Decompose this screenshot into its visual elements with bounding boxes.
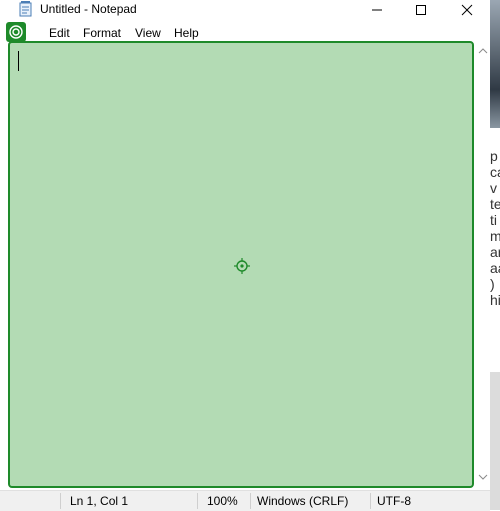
status-separator (60, 493, 61, 509)
notepad-icon (18, 1, 34, 17)
menu-view[interactable]: View (135, 26, 161, 40)
notepad-window: Untitled - Notepad le Edit Format View H… (0, 0, 491, 511)
scroll-down-icon[interactable] (478, 472, 488, 482)
window-title: Untitled - Notepad (40, 2, 137, 16)
menu-help[interactable]: Help (174, 26, 199, 40)
close-button[interactable] (444, 0, 490, 20)
background-text: p ca v te ti m ar aa ) hi (490, 148, 500, 308)
minimize-icon (372, 9, 382, 11)
line-endings: Windows (CRLF) (257, 494, 349, 508)
close-icon (461, 4, 473, 16)
status-separator (250, 493, 251, 509)
status-separator (197, 493, 198, 509)
text-editor[interactable] (8, 41, 474, 488)
cursor-position: Ln 1, Col 1 (70, 494, 129, 508)
maximize-button[interactable] (398, 0, 444, 20)
minimize-button[interactable] (354, 0, 400, 20)
target-marker-icon (6, 22, 26, 42)
text-caret (18, 51, 19, 71)
title-bar[interactable]: Untitled - Notepad (0, 0, 490, 20)
maximize-icon (416, 5, 426, 15)
background-window: p ca v te ti m ar aa ) hi (490, 0, 500, 510)
status-bar: Ln 1, Col 1 100% Windows (CRLF) UTF-8 (0, 490, 490, 511)
background-panel (490, 372, 500, 510)
scroll-up-icon[interactable] (478, 46, 488, 56)
menu-edit[interactable]: Edit (49, 26, 70, 40)
menu-format[interactable]: Format (83, 26, 121, 40)
status-separator (370, 493, 371, 509)
crosshair-icon (234, 258, 250, 274)
zoom-level: 100% (207, 494, 238, 508)
encoding: UTF-8 (377, 494, 411, 508)
menu-bar: le Edit Format View Help (0, 22, 490, 42)
vertical-scrollbar[interactable] (475, 42, 490, 488)
background-photo (490, 0, 500, 128)
